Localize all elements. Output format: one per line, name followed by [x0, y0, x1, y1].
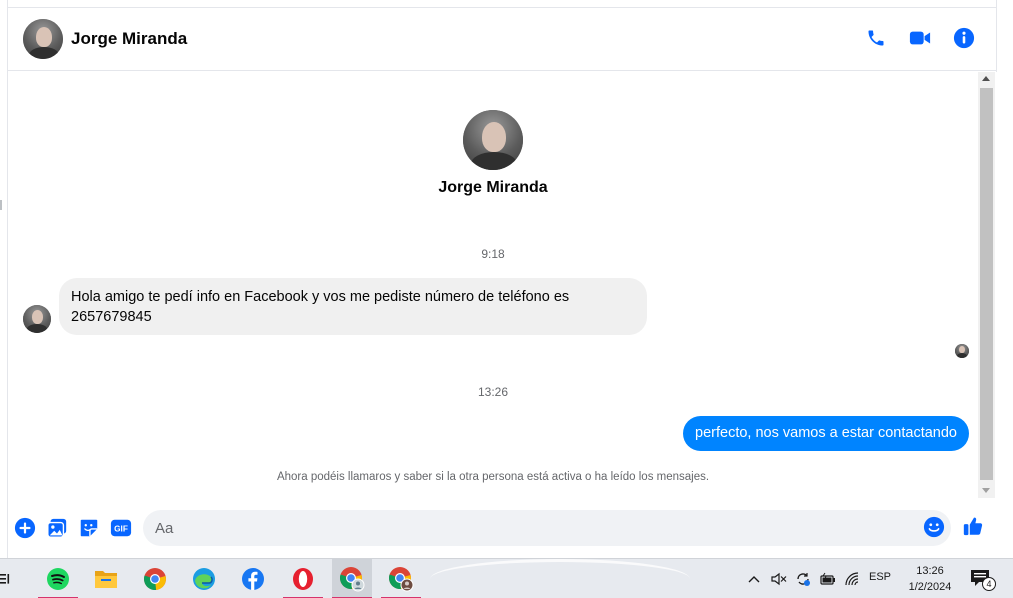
windows-taskbar: ESP 13:26 1/2/2024 4: [0, 558, 1013, 598]
video-call-icon: [909, 31, 931, 45]
sync-icon: [797, 573, 810, 586]
chevron-up-icon: [748, 576, 760, 583]
input-language[interactable]: ESP: [869, 571, 891, 583]
show-hidden-icons-button[interactable]: [745, 570, 763, 588]
right-pane-edge: [996, 0, 1013, 72]
voice-call-button[interactable]: [864, 26, 888, 50]
taskbar-app-opera[interactable]: [283, 559, 323, 598]
svg-text:GIF: GIF: [114, 525, 128, 534]
message-timestamp: 9:18: [481, 247, 505, 261]
clock-date: 1/2/2024: [908, 581, 952, 593]
message-composer: GIF: [8, 498, 996, 558]
edge-icon: [193, 568, 215, 590]
contact-name[interactable]: Jorge Miranda: [71, 29, 187, 49]
opera-icon: [293, 568, 313, 590]
taskbar-app-chrome-profile[interactable]: [381, 559, 421, 598]
taskbar-app-file-explorer[interactable]: [86, 559, 126, 598]
volume-button[interactable]: [770, 570, 788, 588]
taskbar-widgets-button[interactable]: [0, 559, 18, 598]
chrome-profile-icon: [340, 567, 365, 592]
system-tray: ESP 13:26 1/2/2024 4: [733, 559, 1013, 598]
header-actions: [864, 26, 976, 50]
attach-media-button[interactable]: [46, 517, 68, 539]
taskbar-app-chrome[interactable]: [135, 559, 175, 598]
chat-window: Jorge Miranda Jorge Miranda 9:18 Hola am…: [0, 0, 1013, 558]
chat-info-note: Ahora podéis llamaros y saber si la otra…: [276, 471, 710, 483]
incoming-message-bubble[interactable]: Hola amigo te pedí info en Facebook y vo…: [59, 278, 647, 335]
wifi-icon: [845, 572, 859, 586]
network-button[interactable]: [843, 570, 861, 588]
taskbar-app-edge[interactable]: [184, 559, 224, 598]
facebook-icon: [242, 568, 264, 590]
more-actions-button[interactable]: [14, 517, 36, 539]
scroll-up-arrow[interactable]: [982, 76, 990, 81]
message-input[interactable]: [143, 510, 951, 546]
outgoing-message-bubble[interactable]: perfecto, nos vamos a estar contactando: [683, 416, 969, 451]
notification-count-badge: 4: [982, 577, 996, 591]
taskbar-decoration: [430, 559, 690, 598]
file-explorer-icon: [95, 571, 117, 588]
taskbar-clock[interactable]: 13:26 1/2/2024: [899, 563, 961, 595]
info-icon: [953, 27, 975, 49]
phone-icon: [868, 30, 884, 46]
battery-button[interactable]: [819, 570, 837, 588]
profile-name: Jorge Miranda: [438, 179, 548, 196]
message-timestamp: 13:26: [477, 385, 509, 399]
seen-indicator-avatar: [955, 344, 969, 358]
taskbar-app-facebook[interactable]: [233, 559, 273, 598]
gif-button[interactable]: GIF: [110, 517, 132, 539]
notification-center-button[interactable]: 4: [970, 569, 996, 591]
emoji-button[interactable]: [923, 516, 945, 538]
chat-header: Jorge Miranda: [8, 8, 996, 71]
sender-avatar[interactable]: [23, 305, 51, 333]
chrome-icon: [144, 568, 166, 591]
window-top-edge: [8, 0, 996, 8]
message-scrollbar[interactable]: [978, 72, 995, 498]
left-pane-edge: [0, 0, 8, 558]
sticker-button[interactable]: [78, 517, 100, 539]
gif-icon: GIF: [110, 519, 132, 537]
sync-status-button[interactable]: [794, 570, 812, 588]
plus-circle-icon: [14, 517, 36, 539]
battery-icon: [820, 572, 835, 585]
emoji-icon: [923, 516, 945, 538]
chrome-profile-icon: [389, 567, 414, 592]
send-like-button[interactable]: [962, 515, 984, 537]
scroll-down-arrow[interactable]: [982, 488, 990, 493]
contact-avatar[interactable]: [23, 19, 63, 59]
taskbar-app-chrome-profile[interactable]: [332, 559, 372, 598]
photo-icon: [47, 518, 67, 538]
thumbs-up-icon: [963, 517, 983, 536]
scroll-thumb[interactable]: [980, 88, 993, 480]
conversation-info-button[interactable]: [952, 26, 976, 50]
video-call-button[interactable]: [908, 26, 932, 50]
sticker-icon: [80, 519, 98, 537]
message-list[interactable]: Jorge Miranda 9:18 Hola amigo te pedí in…: [8, 72, 978, 498]
profile-avatar[interactable]: [463, 110, 523, 170]
clock-time: 13:26: [916, 565, 944, 577]
pane-resize-mark: [0, 200, 6, 210]
volume-muted-icon: [771, 572, 787, 586]
spotify-icon: [47, 568, 69, 590]
taskbar-app-spotify[interactable]: [38, 559, 78, 598]
menu-icon: [0, 574, 10, 584]
